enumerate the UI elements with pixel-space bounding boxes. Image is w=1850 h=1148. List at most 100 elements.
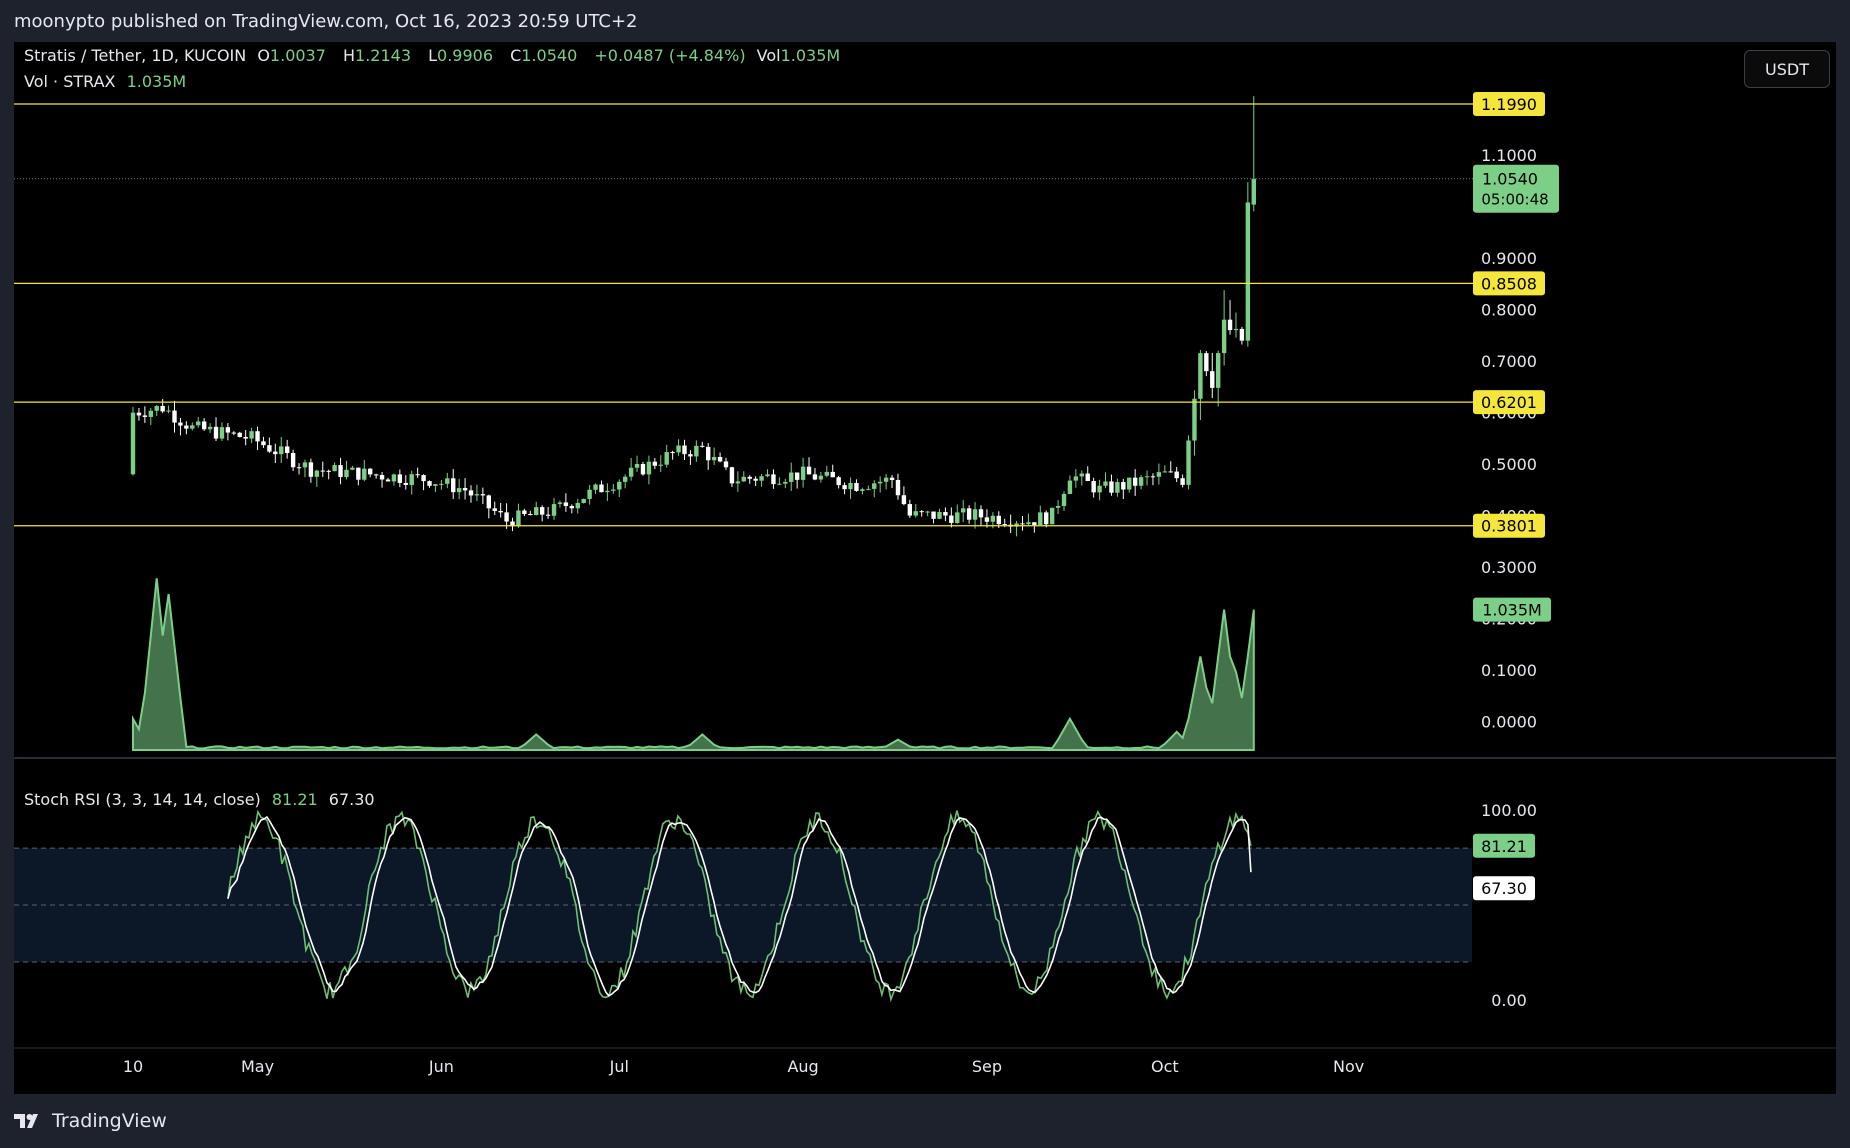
candle-body bbox=[1127, 477, 1132, 490]
candle-body bbox=[658, 464, 663, 466]
stoch-title[interactable]: Stoch RSI (3, 3, 14, 14, close) bbox=[24, 790, 261, 809]
legend-volume: 1.035M bbox=[780, 46, 841, 65]
candle-body bbox=[451, 478, 456, 493]
price-tick-label: 0.3000 bbox=[1481, 558, 1537, 577]
candle-body bbox=[332, 465, 337, 472]
candle-body bbox=[587, 489, 592, 499]
candle-body bbox=[1085, 473, 1090, 482]
candle-body bbox=[409, 474, 414, 485]
candle-body bbox=[320, 470, 325, 472]
candle-body bbox=[937, 512, 942, 519]
candle-body bbox=[314, 470, 320, 477]
candle-body bbox=[1251, 178, 1256, 205]
candle-body bbox=[1061, 493, 1067, 506]
legend-high-label: H bbox=[343, 46, 356, 65]
candle-body bbox=[439, 483, 444, 485]
candle-body bbox=[344, 469, 349, 478]
candle-body bbox=[670, 452, 675, 454]
candle-body bbox=[753, 478, 758, 481]
time-tick-label: Oct bbox=[1151, 1057, 1179, 1076]
candle-body bbox=[919, 511, 924, 513]
candle-body bbox=[949, 515, 954, 523]
candle-body bbox=[1192, 398, 1197, 441]
candle-body bbox=[1186, 440, 1191, 485]
candle-body bbox=[901, 495, 907, 505]
candle-body bbox=[504, 512, 509, 522]
footer-brand[interactable]: TradingView bbox=[52, 1110, 167, 1132]
candle-body bbox=[261, 441, 266, 446]
price-tick-label: 1.1000 bbox=[1481, 146, 1537, 165]
candle-body bbox=[308, 462, 314, 477]
candle-body bbox=[1097, 485, 1102, 493]
price-tick-label: 0.8000 bbox=[1481, 301, 1537, 320]
candle-body bbox=[759, 476, 764, 481]
candle-body bbox=[237, 432, 242, 437]
candle-body bbox=[812, 474, 818, 480]
legend-change: +0.0487 (+4.84%) bbox=[594, 46, 746, 65]
price-chart[interactable]: 1.10001.00000.90000.80000.70000.60000.50… bbox=[14, 42, 1836, 1094]
candle-body bbox=[866, 488, 871, 490]
currency-button[interactable]: USDT bbox=[1744, 50, 1830, 88]
candle-body bbox=[617, 481, 622, 490]
candle-body bbox=[1038, 512, 1043, 526]
stoch-k-value: 81.21 bbox=[271, 790, 318, 809]
candle-body bbox=[794, 472, 800, 480]
candle-body bbox=[557, 502, 563, 505]
legend-close: 1.0540 bbox=[521, 46, 578, 65]
legend-open: 1.0037 bbox=[269, 46, 326, 65]
candle-body bbox=[777, 483, 782, 485]
candle-body bbox=[622, 476, 628, 482]
candle-body bbox=[207, 426, 213, 430]
time-tick-label: Jun bbox=[428, 1057, 454, 1076]
candle-body bbox=[1215, 353, 1221, 388]
footer: TradingView bbox=[14, 1094, 167, 1148]
candle-body bbox=[219, 427, 225, 439]
candle-body bbox=[166, 410, 171, 412]
candle-body bbox=[931, 511, 936, 519]
candle-body bbox=[605, 490, 610, 493]
price-tick-label: 0.7000 bbox=[1481, 352, 1537, 371]
volume-tag-label: 1.035M bbox=[1482, 601, 1542, 620]
candle-body bbox=[190, 425, 195, 429]
candle-body bbox=[640, 463, 646, 475]
candle-body bbox=[1233, 328, 1239, 331]
candle-body bbox=[486, 495, 491, 509]
publisher-line: moonypto published on TradingView.com, O… bbox=[14, 11, 638, 32]
time-tick-label: Jul bbox=[609, 1057, 629, 1076]
candle-body bbox=[273, 451, 278, 455]
candle-body bbox=[498, 510, 503, 513]
stoch-d-tag-label: 67.30 bbox=[1481, 879, 1527, 898]
volume-series-name[interactable]: Vol · STRAX bbox=[24, 72, 116, 91]
candle-body bbox=[456, 488, 462, 493]
tradingview-logo-icon[interactable] bbox=[14, 1113, 44, 1129]
candle-body bbox=[142, 415, 148, 417]
candle-body bbox=[1204, 353, 1209, 372]
candle-body bbox=[130, 412, 136, 475]
volume-legend: Vol · STRAX 1.035M bbox=[24, 72, 192, 91]
candle-body bbox=[628, 467, 634, 477]
candle-body bbox=[267, 445, 272, 452]
candle-body bbox=[403, 482, 408, 485]
candle-body bbox=[1026, 522, 1031, 525]
time-tick-label: Aug bbox=[787, 1057, 818, 1076]
candle-body bbox=[723, 461, 729, 468]
candle-body bbox=[717, 456, 723, 462]
price-tick-label: 0.9000 bbox=[1481, 249, 1537, 268]
candle-body bbox=[646, 461, 652, 475]
legend-vol-label: Vol bbox=[756, 46, 781, 65]
candle-body bbox=[136, 412, 142, 416]
candle-body bbox=[800, 466, 806, 480]
candle-body bbox=[528, 514, 533, 516]
candle-body bbox=[249, 431, 254, 439]
candle-body bbox=[676, 445, 681, 453]
legend-symbol[interactable]: Stratis / Tether, 1D, KUCOIN bbox=[24, 46, 246, 65]
chart-area[interactable]: 1.10001.00000.90000.80000.70000.60000.50… bbox=[14, 42, 1836, 1094]
candle-body bbox=[925, 511, 930, 513]
candle-body bbox=[1144, 476, 1150, 478]
candle-body bbox=[373, 474, 379, 476]
candle-body bbox=[854, 482, 859, 491]
price-tick-label: 0.5000 bbox=[1481, 455, 1537, 474]
candle-body bbox=[1109, 481, 1114, 493]
candle-body bbox=[877, 481, 883, 484]
stoch-tick-label: 100.00 bbox=[1481, 801, 1537, 820]
